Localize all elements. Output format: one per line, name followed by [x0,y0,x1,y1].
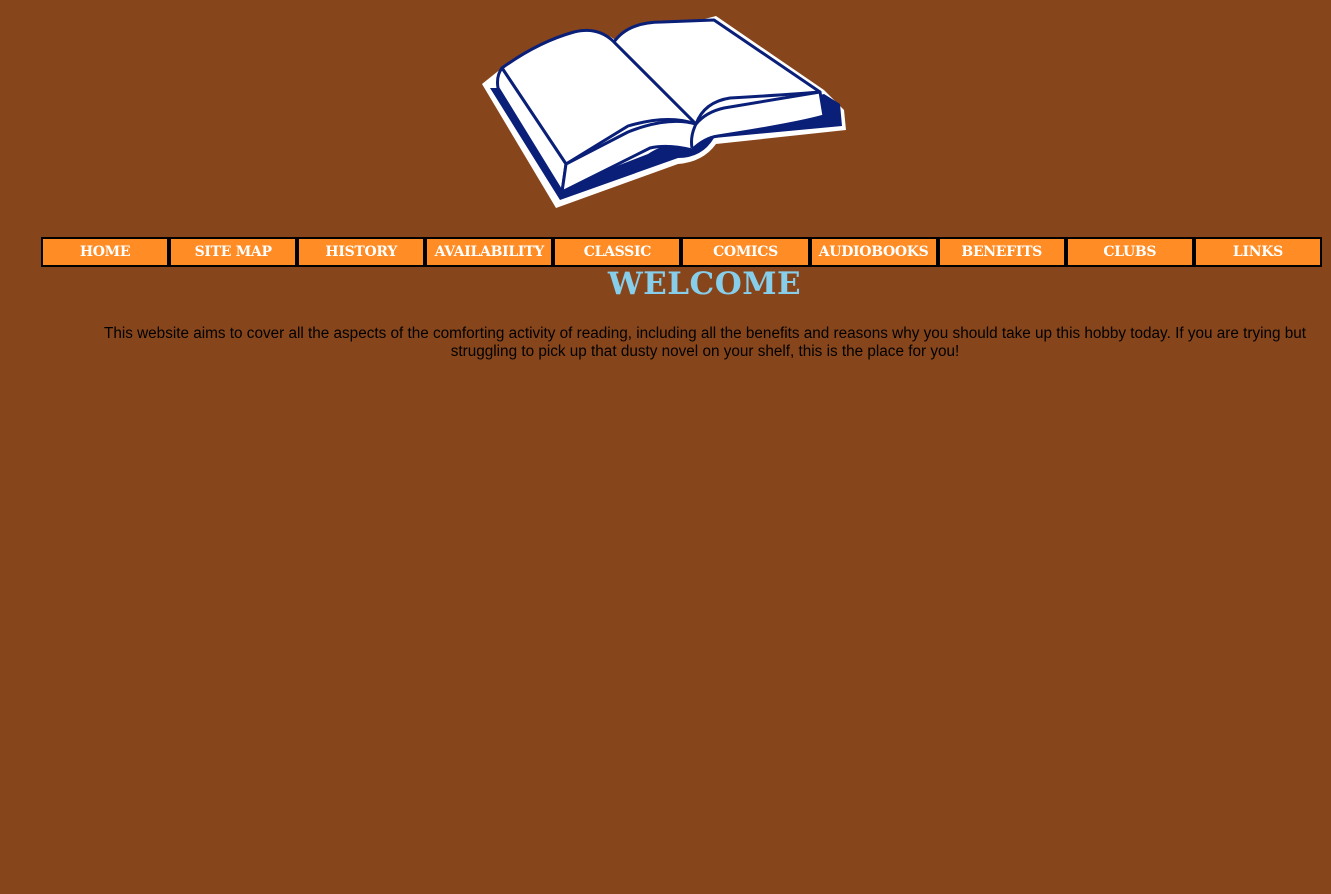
nav-availability[interactable]: AVAILABILITY [425,237,554,267]
nav-comics[interactable]: COMICS [681,237,810,267]
nav-benefits[interactable]: BENEFITS [937,237,1066,267]
nav-site-map[interactable]: SITE MAP [169,237,298,267]
page-title: WELCOME [607,266,802,302]
page: HOME SITE MAP HISTORY AVAILABILITY CLASS… [0,0,1331,894]
nav-classic[interactable]: CLASSIC [553,237,682,267]
nav-home[interactable]: HOME [41,237,170,267]
main-nav: HOME SITE MAP HISTORY AVAILABILITY CLASS… [41,237,1322,267]
nav-history[interactable]: HISTORY [297,237,426,267]
intro-paragraph: This website aims to cover all the aspec… [103,325,1307,360]
nav-clubs[interactable]: CLUBS [1065,237,1194,267]
nav-audiobooks[interactable]: AUDIOBOOKS [809,237,938,267]
open-book-icon [482,16,846,208]
nav-links[interactable]: LINKS [1193,237,1322,267]
